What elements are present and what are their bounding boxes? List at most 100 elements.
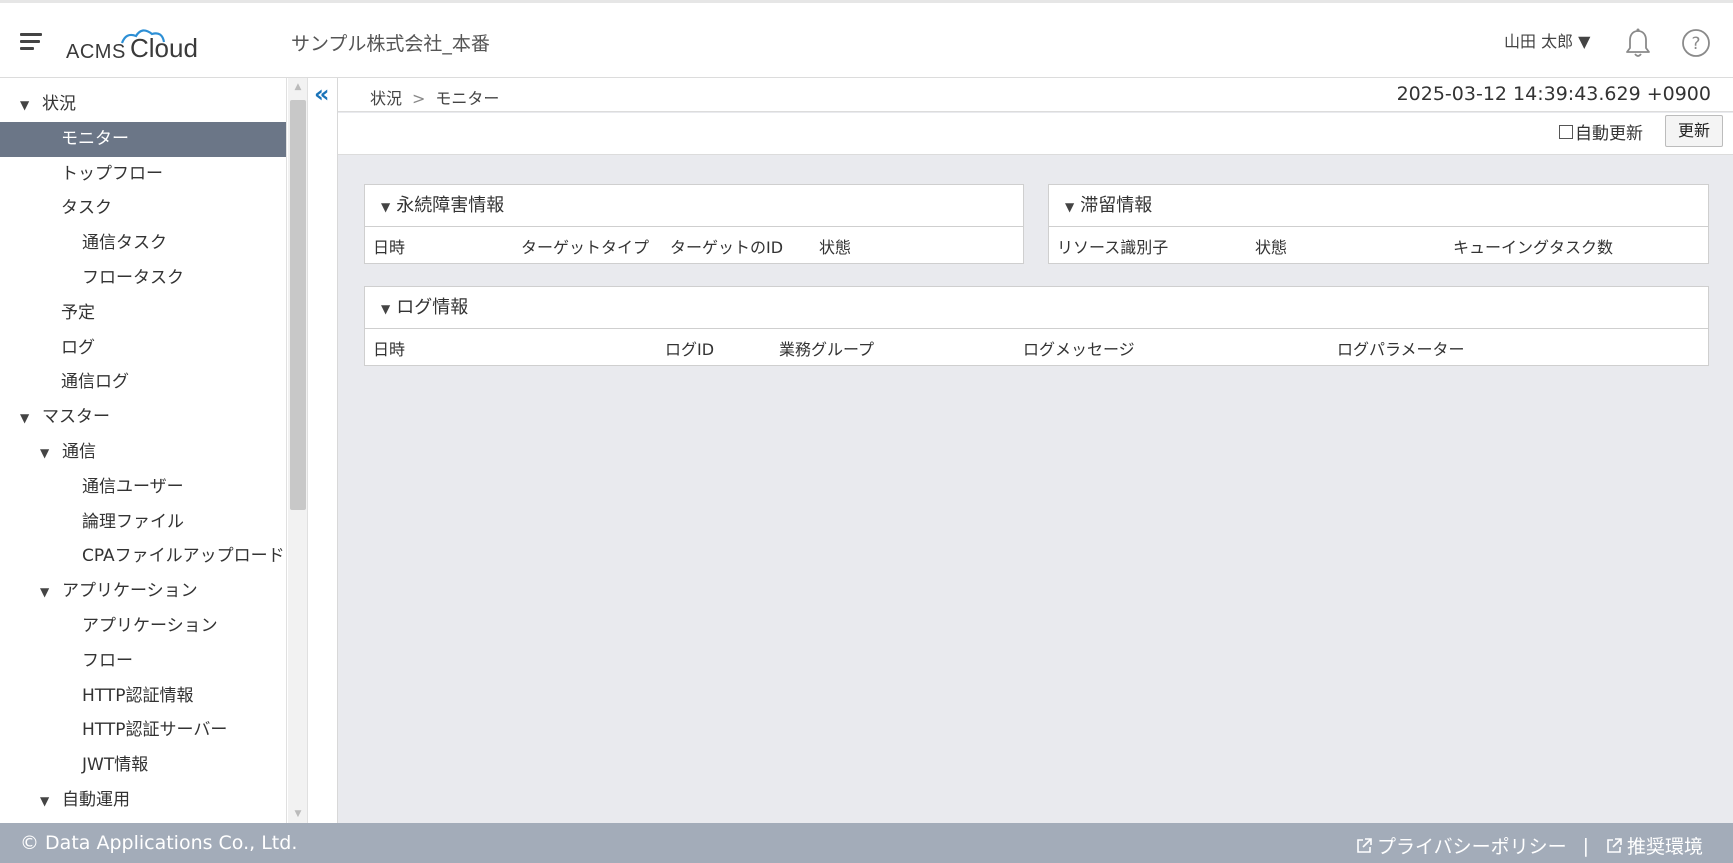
auto-refresh-control[interactable]: 自動更新 xyxy=(1559,119,1643,144)
sidebar-item-label: 論理ファイル xyxy=(82,511,184,532)
column-header[interactable]: 日時 xyxy=(373,234,405,258)
log-panel-header[interactable]: ▼ ログ情報 xyxy=(365,287,1708,329)
sidebar-item[interactable]: 通信タスク xyxy=(0,226,286,261)
bell-icon[interactable] xyxy=(1623,27,1653,59)
external-link-icon xyxy=(1357,837,1372,853)
sidebar-item-label: 通信 xyxy=(62,442,96,462)
triangle-down-icon: ▼ xyxy=(381,302,391,316)
column-header[interactable]: 業務グループ xyxy=(779,336,874,360)
auto-refresh-label[interactable]: 自動更新 xyxy=(1575,119,1643,144)
column-header[interactable]: ログパラメーター xyxy=(1337,336,1465,360)
sidebar-item-label: フロータスク xyxy=(82,268,184,288)
fault-panel-header[interactable]: ▼ 永続障害情報 xyxy=(365,185,1023,227)
auto-refresh-checkbox[interactable] xyxy=(1559,124,1573,139)
column-header[interactable]: 日時 xyxy=(373,336,405,360)
sidebar-item-label: マスター xyxy=(42,407,110,428)
scroll-thumb[interactable] xyxy=(290,100,306,510)
scroll-up-arrow-icon[interactable]: ▲ xyxy=(293,82,303,92)
stagnation-panel-header[interactable]: ▼ 滞留情報 xyxy=(1049,185,1708,227)
recommended-env-label[interactable]: 推奨環境 xyxy=(1627,832,1703,859)
logo-acms-text: ACMS xyxy=(66,41,126,63)
sidebar-item[interactable]: アプリケーション xyxy=(0,609,286,644)
stagnation-panel: ▼ 滞留情報 リソース識別子 状態 キューイングタスク数 xyxy=(1048,184,1709,264)
current-timestamp: 2025-03-12 14:39:43.629 +0900 xyxy=(1396,83,1711,105)
scroll-down-arrow-icon[interactable]: ▼ xyxy=(293,809,303,819)
sidebar-item[interactable]: ▼ 通信 xyxy=(0,435,286,471)
copyright: © Data Applications Co., Ltd. xyxy=(20,832,298,854)
sidebar-item-label: アプリケーション xyxy=(62,581,198,602)
stagnation-panel-title: 滞留情報 xyxy=(1080,195,1153,216)
sidebar-item[interactable]: HTTP認証サーバー xyxy=(0,713,286,748)
sidebar-item[interactable]: 通信ユーザー xyxy=(0,470,286,505)
svg-text:?: ? xyxy=(1691,34,1700,54)
column-header[interactable]: ログID xyxy=(665,336,714,360)
column-header[interactable]: 状態 xyxy=(1255,234,1287,258)
sidebar-item[interactable]: トップフロー xyxy=(0,157,286,192)
breadcrumb-item-monitor: モニター xyxy=(435,89,500,108)
sidebar-item-label: トップフロー xyxy=(61,163,163,184)
column-header[interactable]: ターゲットのID xyxy=(670,234,783,258)
triangle-down-icon: ▼ xyxy=(381,200,391,214)
triangle-down-icon[interactable]: ▼ xyxy=(40,436,58,471)
triangle-down-icon[interactable]: ▼ xyxy=(20,401,38,436)
header: ACMS Cloud サンプル株式会社_本番 山田 太郎 ▼ ? xyxy=(0,0,1733,78)
sidebar-item-label: 通信タスク xyxy=(82,233,167,254)
sidebar-item-label: JWT情報 xyxy=(82,755,149,776)
breadcrumb-bar: 状況 > モニター 2025-03-12 14:39:43.629 +0900 xyxy=(338,78,1733,112)
column-header[interactable]: ターゲットタイプ xyxy=(521,234,649,258)
user-menu[interactable]: 山田 太郎 ▼ xyxy=(1504,28,1590,52)
privacy-policy-link[interactable]: プライバシーポリシー xyxy=(1355,832,1567,859)
company-name: サンプル株式会社_本番 xyxy=(291,33,490,55)
sidebar-item[interactable]: 論理ファイル xyxy=(0,505,286,540)
sidebar-item[interactable]: ログ xyxy=(0,331,286,366)
recommended-env-link[interactable]: 推奨環境 xyxy=(1605,832,1703,859)
stagnation-panel-columns: リソース識別子 状態 キューイングタスク数 xyxy=(1049,227,1708,262)
sidebar-item-label: タスク xyxy=(61,198,112,219)
sidebar-item-label: 自動運用 xyxy=(62,790,130,810)
footer-links: プライバシーポリシー | 推奨環境 xyxy=(1355,832,1703,859)
sidebar-item-label: フロー xyxy=(82,650,133,671)
column-header[interactable]: キューイングタスク数 xyxy=(1453,234,1613,258)
toolbar: 自動更新 更新 xyxy=(338,113,1733,155)
fault-panel-columns: 日時 ターゲットタイプ ターゲットのID 状態 xyxy=(365,227,1023,262)
column-header[interactable]: 状態 xyxy=(819,234,851,258)
sidebar-item[interactable]: ▼ アプリケーション xyxy=(0,574,286,610)
logo-cloud-text: Cloud xyxy=(130,33,198,63)
sidebar-item[interactable]: ▼ マスター xyxy=(0,400,286,436)
privacy-policy-label[interactable]: プライバシーポリシー xyxy=(1377,832,1567,859)
help-icon[interactable]: ? xyxy=(1680,27,1712,59)
sidebar-item[interactable]: HTTP認証情報 xyxy=(0,679,286,714)
column-header[interactable]: ログメッセージ xyxy=(1023,336,1135,360)
sidebar-item[interactable]: ▼ 状況 xyxy=(0,87,286,123)
refresh-button[interactable]: 更新 xyxy=(1665,115,1723,147)
sidebar-item[interactable]: 予定 xyxy=(0,296,286,331)
sidebar-item-label: CPAファイルアップロード xyxy=(82,546,285,567)
triangle-down-icon[interactable]: ▼ xyxy=(40,784,58,819)
log-panel: ▼ ログ情報 日時 ログID 業務グループ ログメッセージ ログパラメーター xyxy=(364,286,1709,366)
triangle-down-icon[interactable]: ▼ xyxy=(40,575,58,610)
log-panel-title: ログ情報 xyxy=(396,297,469,318)
fault-panel: ▼ 永続障害情報 日時 ターゲットタイプ ターゲットのID 状態 xyxy=(364,184,1024,264)
hamburger-menu-icon[interactable] xyxy=(20,33,42,50)
sidebar-item[interactable]: フロータスク xyxy=(0,261,286,296)
triangle-down-icon[interactable]: ▼ xyxy=(20,88,38,123)
column-header[interactable]: リソース識別子 xyxy=(1057,234,1168,258)
sidebar-scrollbar[interactable]: ▲ ▼ xyxy=(288,78,308,823)
sidebar-item-label: ログ xyxy=(61,337,95,358)
sidebar-collapse-column: « xyxy=(310,78,338,823)
sidebar-item[interactable]: タスク xyxy=(0,191,286,226)
sidebar-item[interactable]: モニター xyxy=(0,121,286,157)
sidebar-item[interactable]: CPAファイルアップロード xyxy=(0,539,286,574)
sidebar-item[interactable]: JWT情報 xyxy=(0,748,286,783)
log-panel-columns: 日時 ログID 業務グループ ログメッセージ ログパラメーター xyxy=(365,329,1708,364)
breadcrumb-item-status[interactable]: 状況 xyxy=(370,89,402,108)
sidebar-item-label: 通信ユーザー xyxy=(82,476,184,497)
fault-panel-title: 永続障害情報 xyxy=(396,195,505,216)
double-chevron-left-icon[interactable]: « xyxy=(314,82,330,106)
sidebar-item-label: モニター xyxy=(61,128,129,149)
sidebar-item[interactable]: ▼ 自動運用 xyxy=(0,783,286,819)
sidebar-item[interactable]: フロー xyxy=(0,644,286,679)
sidebar-item-label: HTTP認証サーバー xyxy=(82,720,228,741)
sidebar-item-label: アプリケーション xyxy=(82,616,218,636)
sidebar-item[interactable]: 通信ログ xyxy=(0,365,286,400)
